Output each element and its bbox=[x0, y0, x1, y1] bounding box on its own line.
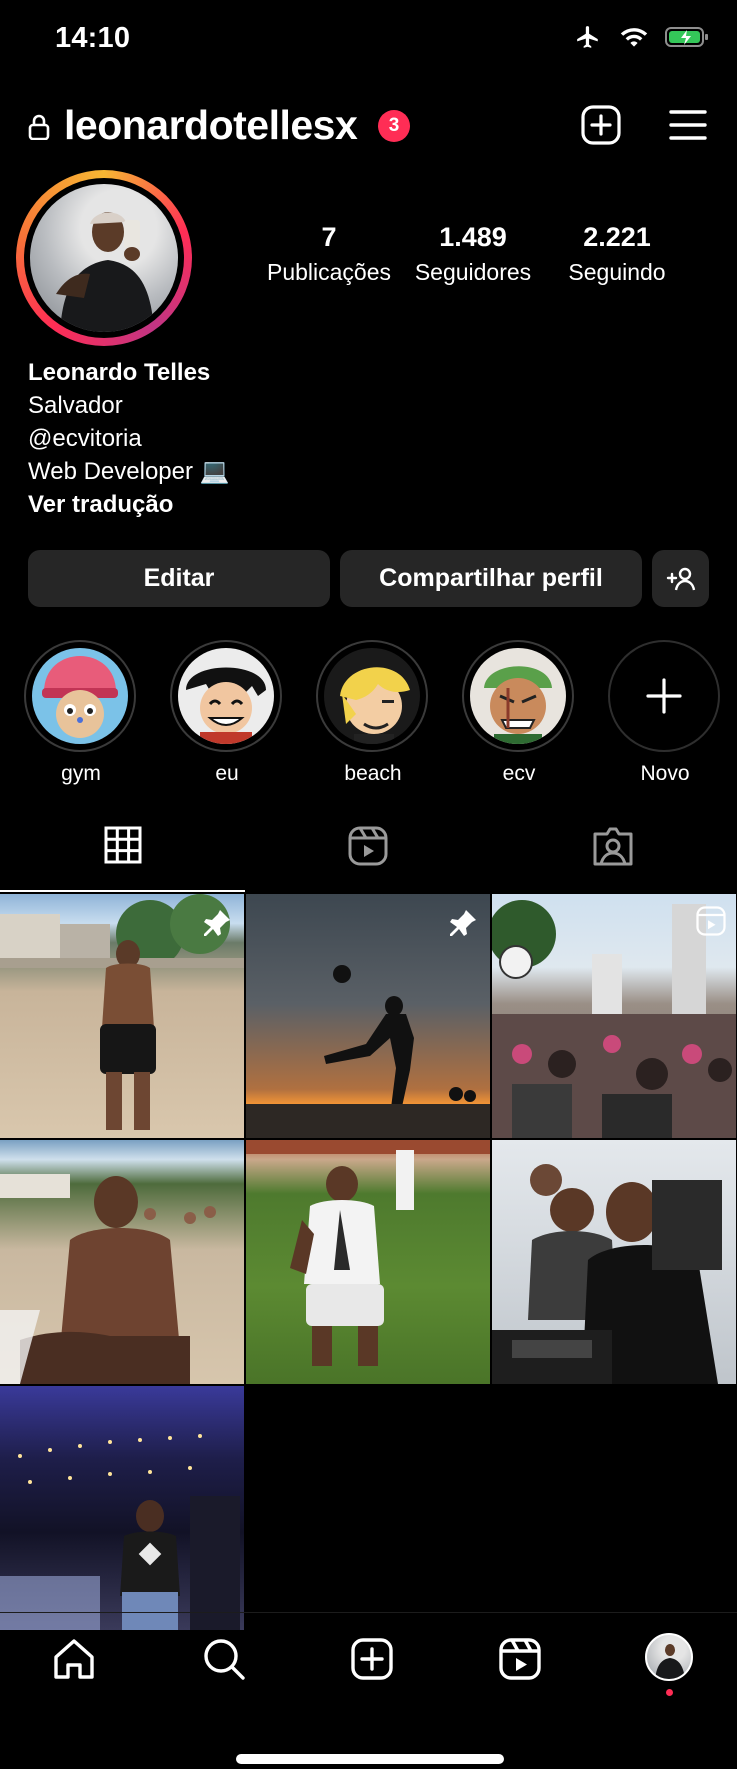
followers-count: 1.489 bbox=[439, 222, 507, 252]
highlight-gym[interactable]: gym bbox=[24, 640, 138, 786]
highlight-eu-cover bbox=[178, 648, 274, 744]
tagged-icon bbox=[593, 827, 632, 866]
post-thumbnail-3[interactable] bbox=[492, 894, 736, 1138]
status-time: 14:10 bbox=[55, 22, 131, 54]
grid-icon bbox=[104, 826, 141, 864]
highlight-ecv-label: ecv bbox=[502, 762, 536, 785]
post-thumbnail-6[interactable] bbox=[492, 1140, 736, 1384]
bottom-nav bbox=[0, 1612, 737, 1733]
plus-icon bbox=[646, 678, 682, 714]
stat-posts[interactable]: 7 Publicações bbox=[264, 222, 394, 286]
menu-icon[interactable] bbox=[668, 108, 708, 142]
new-highlight-button[interactable]: Novo bbox=[608, 640, 722, 786]
status-icons bbox=[573, 24, 709, 50]
pin-icon bbox=[204, 910, 230, 936]
active-tab-indicator bbox=[0, 890, 245, 892]
highlight-ecv-cover bbox=[470, 648, 566, 744]
post-thumbnail-1[interactable] bbox=[0, 894, 244, 1138]
profile-notification-dot bbox=[666, 1689, 673, 1696]
create-icon[interactable] bbox=[350, 1637, 394, 1681]
followers-label: Seguidores bbox=[414, 259, 532, 285]
home-icon[interactable] bbox=[52, 1637, 96, 1681]
following-count: 2.221 bbox=[583, 222, 651, 252]
bio-line-location: Salvador bbox=[28, 392, 123, 419]
following-label: Seguindo bbox=[568, 259, 666, 285]
tab-posts[interactable] bbox=[0, 826, 245, 886]
post-thumbnail-2[interactable] bbox=[246, 894, 490, 1138]
profile-avatar[interactable] bbox=[16, 170, 192, 346]
reels-nav-icon[interactable] bbox=[498, 1637, 542, 1681]
highlight-ecv[interactable]: ecv bbox=[462, 640, 576, 786]
tab-reels[interactable] bbox=[245, 826, 490, 886]
profile-avatar-icon[interactable] bbox=[645, 1633, 693, 1681]
posts-label: Publicações bbox=[266, 259, 392, 285]
display-name: Leonardo Telles bbox=[28, 359, 211, 386]
stat-following[interactable]: 2.221 Seguindo bbox=[552, 222, 682, 286]
share-profile-button[interactable]: Compartilhar perfil bbox=[340, 550, 642, 607]
plus-square-icon[interactable] bbox=[580, 104, 622, 146]
highlight-beach-label: beach bbox=[344, 762, 402, 785]
highlight-beach[interactable]: beach bbox=[316, 640, 430, 786]
lock-icon bbox=[28, 114, 50, 140]
highlight-gym-cover bbox=[32, 648, 128, 744]
stat-followers[interactable]: 1.489 Seguidores bbox=[408, 222, 538, 286]
highlight-eu[interactable]: eu bbox=[170, 640, 284, 786]
highlight-gym-label: gym bbox=[61, 762, 101, 785]
bio-line-mention[interactable]: @ecvitoria bbox=[28, 422, 230, 455]
pin-icon bbox=[450, 910, 476, 936]
home-indicator[interactable] bbox=[236, 1754, 504, 1764]
reel-badge-icon bbox=[696, 906, 726, 936]
bio-line-role: Web Developer 💻 bbox=[28, 458, 230, 485]
username-switcher[interactable]: leonardotellesx bbox=[64, 102, 358, 149]
post-thumbnail-4[interactable] bbox=[0, 1140, 244, 1384]
reels-icon bbox=[348, 826, 387, 866]
add-person-icon bbox=[666, 567, 695, 590]
search-icon[interactable] bbox=[202, 1637, 246, 1681]
notification-badge[interactable]: 3 bbox=[378, 110, 410, 142]
airplane-icon bbox=[577, 26, 598, 48]
avatar-photo bbox=[30, 184, 178, 332]
edit-profile-button[interactable]: Editar bbox=[28, 550, 330, 607]
battery-icon bbox=[665, 27, 708, 47]
tab-tagged[interactable] bbox=[490, 826, 735, 886]
post-thumbnail-7[interactable] bbox=[0, 1386, 244, 1630]
wifi-icon bbox=[620, 28, 648, 47]
post-thumbnail-5[interactable] bbox=[246, 1140, 490, 1384]
translate-link[interactable]: Ver tradução bbox=[28, 488, 230, 521]
profile-header: leonardotellesx 3 bbox=[0, 96, 737, 160]
highlight-beach-cover bbox=[324, 648, 420, 744]
new-highlight-label: Novo bbox=[640, 762, 690, 785]
discover-people-button[interactable] bbox=[652, 550, 709, 607]
posts-count: 7 bbox=[321, 222, 337, 252]
profile-bio: Leonardo Telles Salvador @ecvitoria Web … bbox=[28, 356, 230, 521]
highlight-eu-label: eu bbox=[215, 762, 239, 785]
